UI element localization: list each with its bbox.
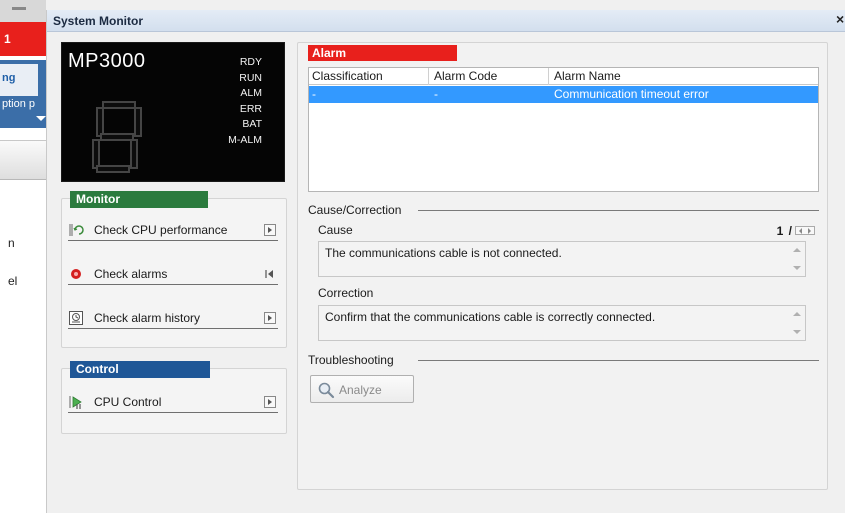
cell-classification: - xyxy=(312,87,316,101)
plc-display: MP3000 RDY RUN ALM ERR BAT M-ALM xyxy=(61,42,285,182)
scroll-up-icon[interactable] xyxy=(793,312,801,316)
background-item-1: n xyxy=(8,236,15,250)
scrollbar[interactable] xyxy=(789,306,805,340)
scroll-down-icon[interactable] xyxy=(793,330,801,334)
cpu-performance-icon xyxy=(69,224,84,236)
alarm-table[interactable]: Classification Alarm Code Alarm Name - -… xyxy=(308,67,819,192)
led-rdy: RDY xyxy=(239,56,262,68)
cpu-control-button[interactable]: CPU Control xyxy=(68,391,278,413)
monitor-header: Monitor xyxy=(70,191,208,208)
section-divider xyxy=(418,360,819,361)
check-alarm-history-button[interactable]: Check alarm history xyxy=(68,307,278,329)
correction-label: Correction xyxy=(318,286,374,300)
plc-led-list: RDY RUN ALM ERR BAT M-ALM xyxy=(192,55,262,149)
background-item-2: el xyxy=(8,274,18,288)
cause-text: The communications cable is not connecte… xyxy=(325,246,562,260)
alarm-header: Alarm xyxy=(308,45,457,61)
magnifier-icon xyxy=(318,382,335,399)
segment-middle xyxy=(100,133,134,141)
column-classification[interactable]: Classification xyxy=(312,69,383,83)
segment-top-right xyxy=(134,107,142,137)
seven-segment-display xyxy=(90,101,146,173)
play-arrow-icon[interactable] xyxy=(264,312,276,324)
cell-alarm-name: Communication timeout error xyxy=(554,87,709,101)
analyze-button[interactable]: Analyze xyxy=(310,375,414,403)
cpu-control-icon xyxy=(69,396,82,409)
play-arrow-icon[interactable] xyxy=(264,396,276,408)
cause-label: Cause xyxy=(318,223,353,237)
alarm-table-header: Classification Alarm Code Alarm Name xyxy=(309,68,818,85)
scroll-down-icon[interactable] xyxy=(793,266,801,270)
scrollbar[interactable] xyxy=(789,242,805,276)
check-cpu-performance-label: Check CPU performance xyxy=(94,223,228,237)
check-alarms-button[interactable]: Check alarms xyxy=(68,263,278,285)
table-row[interactable]: - - Communication timeout error xyxy=(309,86,818,103)
background-red-bar: 1 xyxy=(0,22,46,56)
check-cpu-performance-button[interactable]: Check CPU performance xyxy=(68,219,278,241)
background-toolbar xyxy=(0,0,46,22)
system-monitor-dialog: System Monitor × MP3000 RDY RUN ALM ERR … xyxy=(46,10,845,513)
jump-back-icon[interactable] xyxy=(264,268,276,280)
left-panel: MP3000 RDY RUN ALM ERR BAT M-ALM Monitor… xyxy=(61,42,287,434)
led-alm: ALM xyxy=(240,87,262,100)
chevron-down-icon[interactable] xyxy=(36,116,46,121)
close-icon[interactable]: × xyxy=(836,11,845,27)
alarm-icon xyxy=(71,269,81,279)
background-button[interactable] xyxy=(0,140,46,180)
led-m-alm: M-ALM xyxy=(228,133,262,146)
plc-model: MP3000 xyxy=(68,50,146,72)
column-divider[interactable] xyxy=(428,68,429,85)
alarm-history-icon xyxy=(69,311,83,325)
led-bat: BAT xyxy=(242,118,262,131)
correction-text-box[interactable]: Confirm that the communications cable is… xyxy=(318,305,806,341)
cell-alarm-code: - xyxy=(434,87,438,101)
troubleshooting-title: Troubleshooting xyxy=(308,353,394,367)
led-run: RUN xyxy=(239,71,262,84)
background-app: 1 ng ption p n el xyxy=(0,0,46,513)
prev-icon[interactable] xyxy=(799,228,802,234)
background-tab[interactable]: ng xyxy=(0,64,38,96)
section-divider xyxy=(418,210,819,211)
next-icon[interactable] xyxy=(808,228,811,234)
monitor-group: Monitor Check CPU performance Check alar… xyxy=(61,191,287,348)
background-blue-panel: ng ption p xyxy=(0,60,46,128)
column-alarm-code[interactable]: Alarm Code xyxy=(434,69,497,83)
background-subtab: ption p xyxy=(2,98,36,110)
pager-buttons[interactable] xyxy=(795,226,815,235)
scroll-up-icon[interactable] xyxy=(793,248,801,252)
analyze-label: Analyze xyxy=(339,383,382,397)
minimize-glyph xyxy=(12,7,26,10)
cpu-control-label: CPU Control xyxy=(94,395,162,409)
dialog-title: System Monitor xyxy=(53,14,144,28)
column-divider[interactable] xyxy=(548,68,549,85)
segment-top xyxy=(102,101,136,109)
control-group: Control CPU Control xyxy=(61,361,287,434)
cause-text-box[interactable]: The communications cable is not connecte… xyxy=(318,241,806,277)
control-header: Control xyxy=(70,361,210,378)
correction-text: Confirm that the communications cable is… xyxy=(325,310,656,324)
segment-bottom xyxy=(96,165,130,173)
check-alarm-history-label: Check alarm history xyxy=(94,311,201,325)
title-bar: System Monitor × xyxy=(47,10,845,32)
led-err: ERR xyxy=(239,102,262,115)
right-panel: Alarm Classification Alarm Code Alarm Na… xyxy=(297,42,828,490)
segment-bottom-right xyxy=(130,139,138,169)
column-alarm-name[interactable]: Alarm Name xyxy=(554,69,621,83)
check-alarms-label: Check alarms xyxy=(94,267,168,281)
cause-correction-title: Cause/Correction xyxy=(308,203,402,217)
play-arrow-icon[interactable] xyxy=(264,224,276,236)
